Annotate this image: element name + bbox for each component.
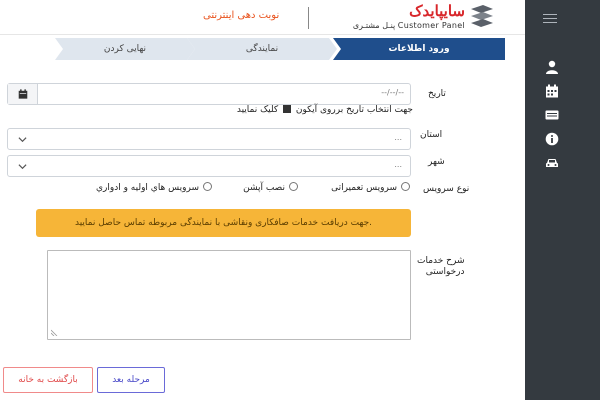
- radio-option-install[interactable]: نصب آپشن: [243, 182, 298, 193]
- radio-repair-label: سرویس تعمیراتی: [331, 183, 397, 193]
- calendar-icon[interactable]: [545, 84, 559, 98]
- province-label: استان: [420, 130, 443, 140]
- radio-circle[interactable]: [401, 182, 410, 191]
- header: سایپایدک پنـل مشتـری Customer Panel نوبت…: [0, 0, 525, 35]
- province-value: ...: [394, 133, 402, 142]
- saipa-logo-icon: [471, 5, 493, 27]
- step-finalize[interactable]: نهایی کردن: [55, 38, 195, 60]
- user-icon[interactable]: [545, 60, 559, 74]
- chevron-down-icon: [18, 137, 27, 143]
- step-enter-info[interactable]: ورود اطلاعات: [333, 38, 505, 60]
- date-picker-button[interactable]: [8, 84, 38, 104]
- back-home-button[interactable]: بازگشت به خانه: [3, 367, 93, 393]
- brand[interactable]: سایپایدک پنـل مشتـری Customer Panel: [335, 2, 495, 32]
- description-label: شرح خدمات درخواستی: [417, 256, 465, 278]
- calendar-icon: [283, 105, 292, 113]
- radio-periodic-label: سرویس هاي اولیه و ادواري: [95, 183, 199, 193]
- chevron-down-icon: [18, 164, 27, 170]
- resize-handle-icon[interactable]: [51, 329, 58, 336]
- date-hint-before: جهت انتخاب تاریخ برروی آیکون: [295, 105, 413, 115]
- radio-periodic-service[interactable]: سرویس هاي اولیه و ادواري: [96, 182, 212, 193]
- date-label: تاریخ: [428, 89, 446, 99]
- description-label-line2: درخواستی: [425, 267, 465, 277]
- step-agency[interactable]: نمایندگی: [187, 38, 337, 60]
- header-divider: [308, 7, 309, 29]
- description-label-line1: شرح خدمات: [417, 256, 465, 266]
- city-label: شهر: [428, 157, 445, 167]
- id-card-icon[interactable]: [545, 108, 559, 122]
- date-field[interactable]: --/--/--: [7, 83, 411, 105]
- car-icon[interactable]: [545, 156, 559, 170]
- radio-circle[interactable]: [203, 182, 212, 191]
- menu-icon[interactable]: [543, 14, 557, 26]
- radio-circle[interactable]: [289, 182, 298, 191]
- bodywork-alert: جهت دریافت خدمات صافکاری ونقاشی با نماین…: [36, 209, 411, 237]
- date-hint: جهت انتخاب تاریخ برروی آیکون کلیک نمایید: [237, 105, 413, 115]
- service-type-label: نوع سرویس: [423, 184, 470, 194]
- city-select[interactable]: ...: [7, 155, 411, 177]
- brand-subtitle: پنـل مشتـری Customer Panel: [352, 21, 465, 30]
- date-input[interactable]: --/--/--: [46, 88, 404, 97]
- radio-install-label: نصب آپشن: [243, 183, 285, 193]
- sidebar: [525, 0, 600, 400]
- description-textarea[interactable]: [47, 250, 411, 340]
- calendar-icon: [18, 89, 27, 99]
- date-hint-after: کلیک نمایید: [236, 105, 279, 115]
- page-title: نوبت دهی اینترنتی: [203, 10, 280, 21]
- radio-repair-service[interactable]: سرویس تعمیراتی: [331, 182, 410, 193]
- next-step-button[interactable]: مرحله بعد: [97, 367, 165, 393]
- info-icon[interactable]: [545, 132, 559, 146]
- wizard-steps: نهایی کردن نمایندگی ورود اطلاعات: [55, 38, 505, 60]
- brand-name: سایپایدک: [409, 2, 465, 20]
- province-select[interactable]: ...: [7, 128, 411, 150]
- city-value: ...: [394, 160, 402, 169]
